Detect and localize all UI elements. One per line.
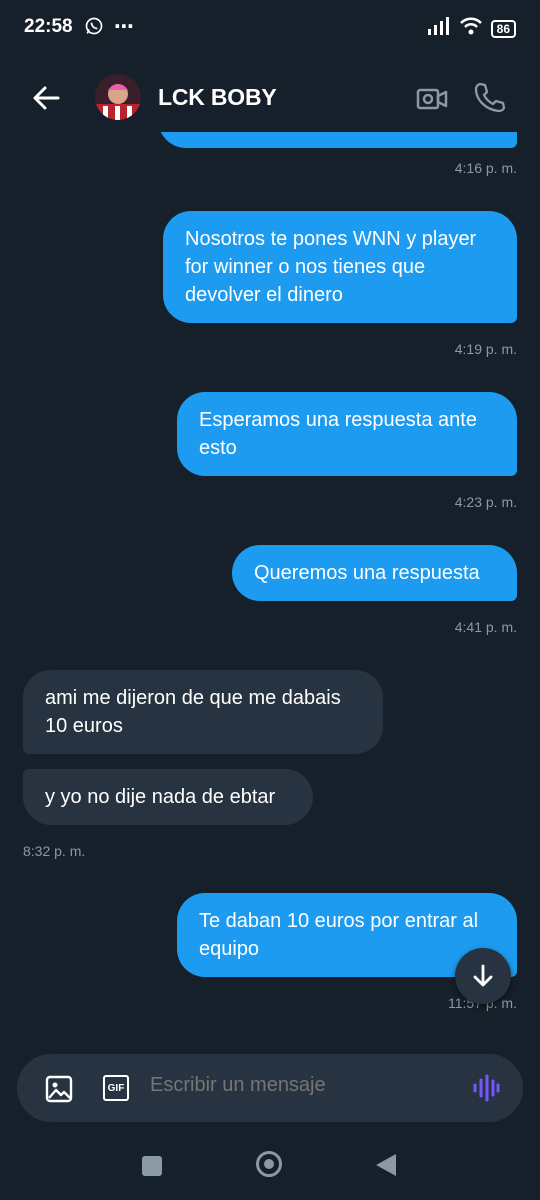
message-timestamp-1: 4:19 p. m. [454, 341, 517, 357]
message-timestamp-3: 4:41 p. m. [454, 619, 517, 635]
contact-name[interactable]: LCK BOBY [158, 84, 277, 111]
message-bubble-4[interactable]: ami me dijeron de que me dabais 10 euros [23, 670, 383, 754]
voice-wave-icon [473, 1074, 500, 1102]
recent-apps-button[interactable] [142, 1156, 162, 1176]
status-time: 22:58 [24, 16, 73, 37]
voice-message-button[interactable] [472, 1074, 500, 1107]
image-button[interactable] [45, 1075, 73, 1108]
back-button[interactable] [30, 82, 62, 114]
gif-icon: GIF [107, 1082, 125, 1094]
signal-icon [427, 17, 451, 40]
message-timestamp-5: 8:32 p. m. [23, 843, 86, 859]
message-bubble-0[interactable] [158, 132, 517, 148]
video-call-button[interactable] [415, 82, 449, 116]
message-timestamp-0: 4:16 p. m. [454, 160, 517, 176]
arrow-down-icon [473, 964, 493, 987]
image-icon [45, 1075, 73, 1103]
voice-call-button[interactable] [472, 80, 506, 114]
message-list[interactable]: 4:16 p. m. Nosotros te pones WNN y playe… [0, 132, 540, 1052]
system-back-button[interactable] [376, 1154, 396, 1176]
battery-indicator: 86 [490, 19, 516, 38]
message-timestamp-2: 4:23 p. m. [454, 494, 517, 510]
avatar[interactable] [95, 74, 141, 120]
message-bubble-1[interactable]: Nosotros te pones WNN y player for winne… [163, 211, 517, 323]
gif-button[interactable]: GIF [103, 1075, 129, 1101]
message-input[interactable] [150, 1074, 450, 1097]
message-bubble-5[interactable]: y yo no dije nada de ebtar [23, 769, 313, 825]
back-arrow-icon [33, 86, 60, 110]
phone-icon [474, 82, 506, 113]
scroll-to-bottom-button[interactable] [455, 948, 511, 1004]
whatsapp-icon [84, 16, 104, 41]
message-bubble-3[interactable]: Queremos una respuesta [232, 545, 517, 601]
wifi-icon [459, 16, 483, 41]
video-camera-icon [416, 88, 448, 110]
home-button[interactable] [256, 1151, 282, 1177]
status-icons: 86 [427, 16, 516, 41]
home-icon [264, 1159, 274, 1169]
more-notifications-icon: ⋯ [114, 16, 134, 38]
message-bubble-2[interactable]: Esperamos una respuesta ante esto [177, 392, 517, 476]
message-composer: GIF [17, 1054, 523, 1122]
